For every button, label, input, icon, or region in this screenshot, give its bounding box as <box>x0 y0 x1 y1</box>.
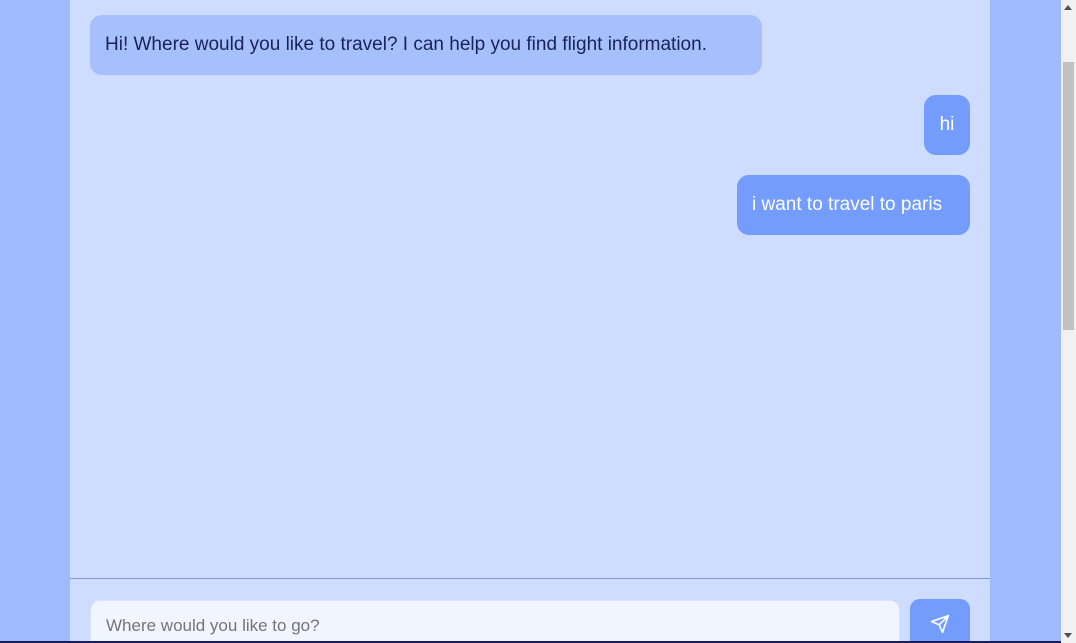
scrollbar-thumb[interactable] <box>1063 62 1074 330</box>
user-message: hi <box>924 95 970 155</box>
bot-message: Hi! Where would you like to travel? I ca… <box>90 15 762 75</box>
message-list: Hi! Where would you like to travel? I ca… <box>70 0 990 578</box>
page: Hi! Where would you like to travel? I ca… <box>0 0 1076 643</box>
send-icon <box>930 614 950 634</box>
vertical-scrollbar[interactable] <box>1061 0 1076 643</box>
composer-bar <box>70 578 990 643</box>
message-input[interactable] <box>90 600 900 643</box>
send-button[interactable] <box>910 599 970 643</box>
scroll-up-arrow-icon[interactable] <box>1061 0 1076 15</box>
user-message: i want to travel to paris <box>737 175 970 235</box>
scroll-down-arrow-icon[interactable] <box>1061 628 1076 643</box>
chat-panel: Hi! Where would you like to travel? I ca… <box>70 0 990 643</box>
